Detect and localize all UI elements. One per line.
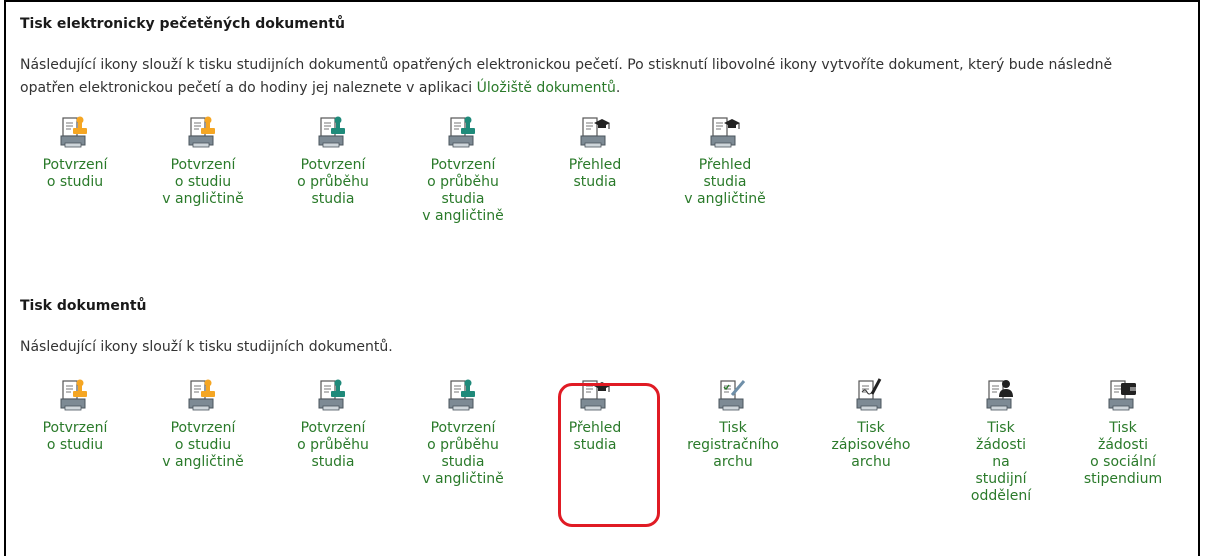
print-item-3[interactable]: Potvrzení o průběhu studia <box>278 377 388 471</box>
sealed-item-2[interactable]: Potvrzení o studiu v angličtině <box>148 114 258 208</box>
print-item-label: Tisk žádosti o sociální stipendium <box>1083 420 1163 487</box>
print-section-description: Následující ikony slouží k tisku studijn… <box>20 339 393 355</box>
printer-wallet-icon <box>1068 377 1178 413</box>
print-item-label: Potvrzení o průběhu studia v angličtině <box>422 420 504 487</box>
sealed-item-6[interactable]: Přehled studia v angličtině <box>670 114 780 208</box>
content-panel: Tisk elektronicky pečetěných dokumentů N… <box>4 0 1200 556</box>
printer-orange-stamp-icon <box>148 377 258 413</box>
print-item-label: Potvrzení o průběhu studia <box>297 420 369 470</box>
print-section-title: Tisk dokumentů <box>20 298 147 314</box>
document-storage-link[interactable]: Úložiště dokumentů <box>477 80 616 96</box>
printer-graduation-cap-icon <box>670 114 780 150</box>
sealed-item-label: Přehled studia v angličtině <box>684 157 766 207</box>
sealed-desc-end: . <box>615 80 621 96</box>
print-item-9[interactable]: Tisk žádosti o sociální stipendium <box>1068 377 1178 488</box>
sealed-section-title: Tisk elektronicky pečetěných dokumentů <box>20 16 345 32</box>
print-item-label: Přehled studia <box>568 420 622 453</box>
print-item-label: Tisk registračního archu <box>687 420 779 470</box>
print-item-label: Tisk žádosti na studijní oddělení <box>970 420 1032 504</box>
print-item-label: Potvrzení o studiu <box>42 420 108 453</box>
sealed-item-label: Potvrzení o průběhu studia <box>297 157 369 207</box>
print-icons-row: Potvrzení o studiu Potvrzení o studiu v angl… <box>20 377 1188 537</box>
sealed-item-5[interactable]: Přehled studia <box>540 114 650 191</box>
print-item-7[interactable]: Tisk zápisového archu <box>816 377 926 471</box>
print-item-1[interactable]: Potvrzení o studiu <box>20 377 130 454</box>
printer-graduation-cap-icon <box>540 114 650 150</box>
print-item-4[interactable]: Potvrzení o průběhu studia v angličtině <box>408 377 518 488</box>
sealed-item-3[interactable]: Potvrzení o průběhu studia <box>278 114 388 208</box>
printer-orange-stamp-icon <box>20 377 130 413</box>
print-item-6[interactable]: Tisk registračního archu <box>678 377 788 471</box>
print-item-5[interactable]: Přehled studia <box>540 377 650 454</box>
sealed-section-description: Následující ikony slouží k tisku studijn… <box>20 54 1160 100</box>
print-item-8[interactable]: Tisk žádosti na studijní oddělení <box>946 377 1056 505</box>
sealed-icons-row: Potvrzení o studiu Potvrzení o studiu v angl… <box>20 114 1188 274</box>
print-documents-section: Tisk dokumentů Následující ikony slouží … <box>20 298 1188 537</box>
printer-checklist-pen-icon <box>678 377 788 413</box>
sealed-item-label: Potvrzení o studiu <box>42 157 108 190</box>
printer-person-icon <box>946 377 1056 413</box>
sealed-item-1[interactable]: Potvrzení o studiu <box>20 114 130 191</box>
printer-orange-stamp-icon <box>20 114 130 150</box>
print-item-2[interactable]: Potvrzení o studiu v angličtině <box>148 377 258 471</box>
sealed-item-4[interactable]: Potvrzení o průběhu studia v angličtině <box>408 114 518 225</box>
sealed-item-label: Potvrzení o studiu v angličtině <box>162 157 244 207</box>
printer-graduation-cap-icon <box>540 377 650 413</box>
print-item-label: Tisk zápisového archu <box>831 420 911 470</box>
sealed-item-label: Potvrzení o průběhu studia v angličtině <box>422 157 504 224</box>
printer-orange-stamp-icon <box>148 114 258 150</box>
printer-teal-stamp-icon <box>278 114 388 150</box>
printer-signature-pen-icon <box>816 377 926 413</box>
printer-teal-stamp-icon <box>408 377 518 413</box>
print-item-label: Potvrzení o studiu v angličtině <box>162 420 244 470</box>
printer-teal-stamp-icon <box>408 114 518 150</box>
sealed-documents-section: Tisk elektronicky pečetěných dokumentů N… <box>20 16 1188 274</box>
printer-teal-stamp-icon <box>278 377 388 413</box>
sealed-item-label: Přehled studia <box>568 157 622 190</box>
